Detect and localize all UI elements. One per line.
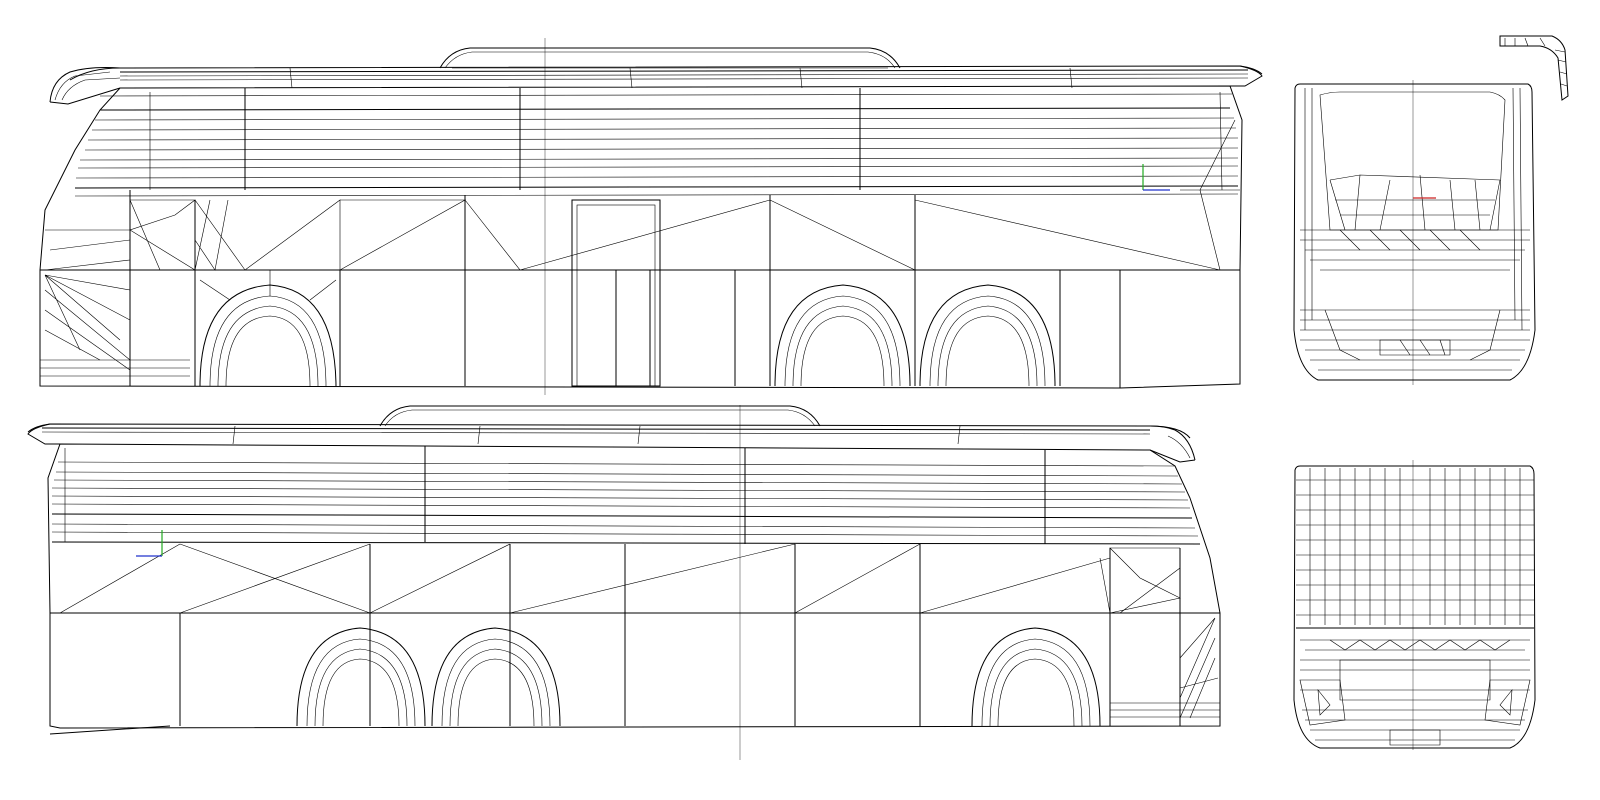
wheel-arch [919, 284, 1056, 387]
bus-side-left [39, 47, 1263, 389]
side-view-top [27, 35, 1569, 760]
wheel-arch [199, 270, 337, 387]
axis-gizmo [136, 530, 163, 557]
mirror-detail [1499, 35, 1569, 101]
bus-rear-view [1293, 83, 1536, 381]
bus-front-view [1293, 465, 1536, 749]
bus-side-right [27, 405, 1221, 735]
wheel-arch [774, 284, 911, 387]
